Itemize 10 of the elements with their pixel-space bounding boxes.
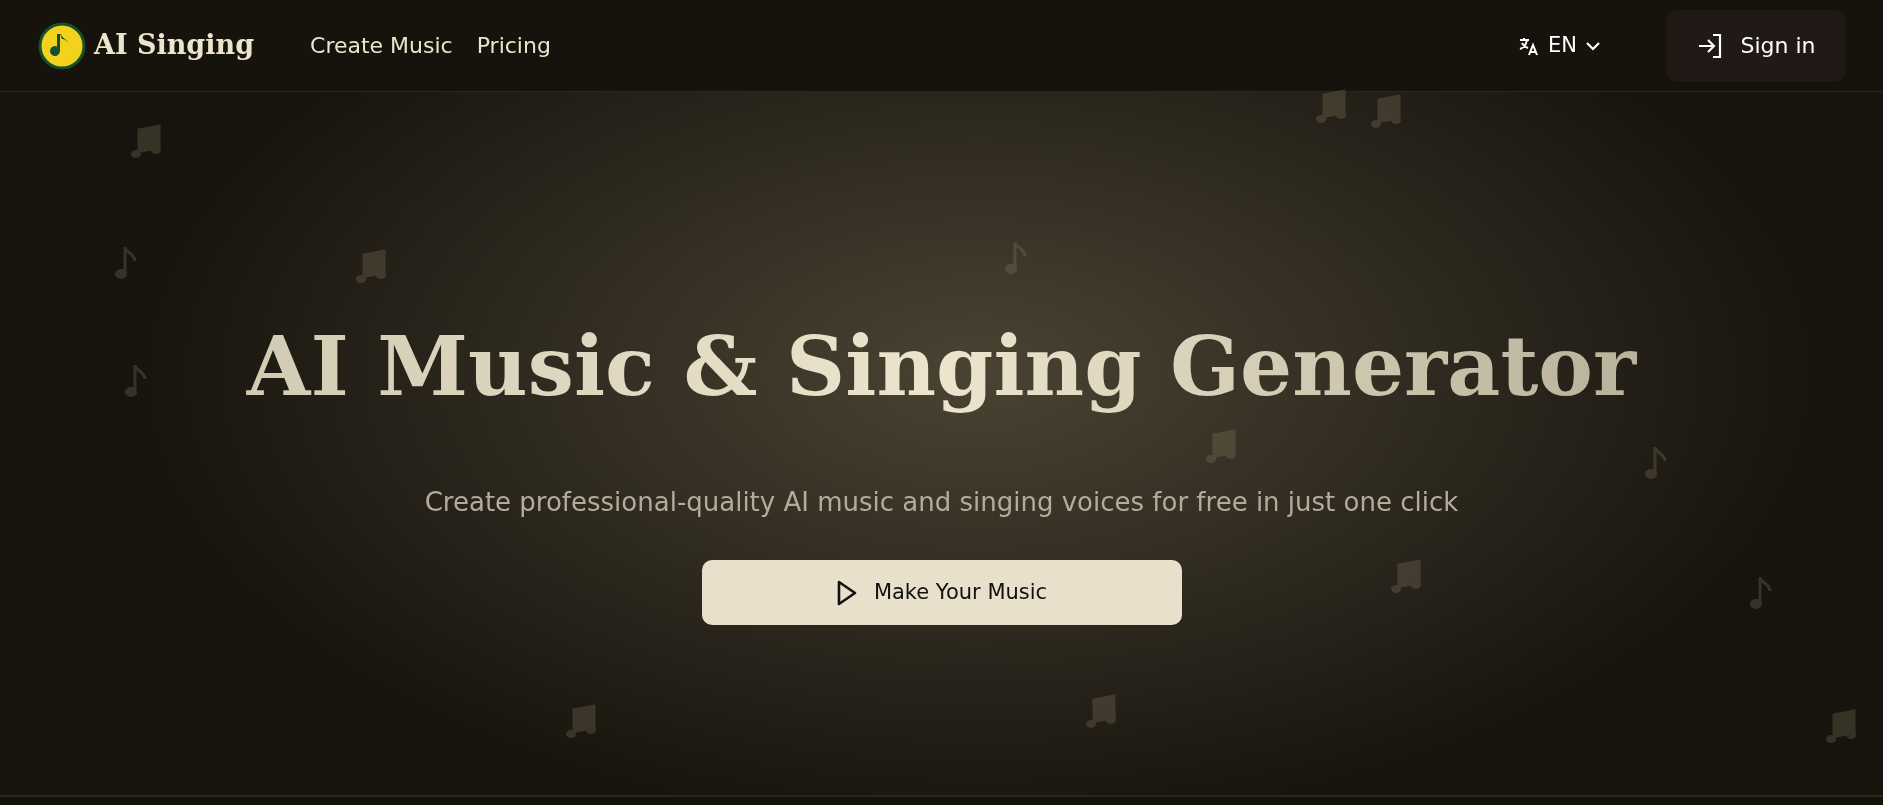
hero-subtitle: Create professional-quality AI music and singing voices for free in just one click — [424, 486, 1459, 520]
language-selector[interactable]: EN — [1512, 28, 1607, 63]
sign-in-button[interactable]: Sign in — [1667, 9, 1845, 82]
make-music-button[interactable]: Make Your Music — [701, 560, 1182, 626]
nav-link[interactable]: Pricing — [476, 29, 551, 62]
chevron-down-icon — [1585, 40, 1601, 51]
logo-icon — [38, 21, 86, 70]
play-icon — [835, 578, 858, 607]
nav-link[interactable]: Create Music — [310, 29, 453, 62]
brand-name: AI Singing — [94, 28, 254, 63]
